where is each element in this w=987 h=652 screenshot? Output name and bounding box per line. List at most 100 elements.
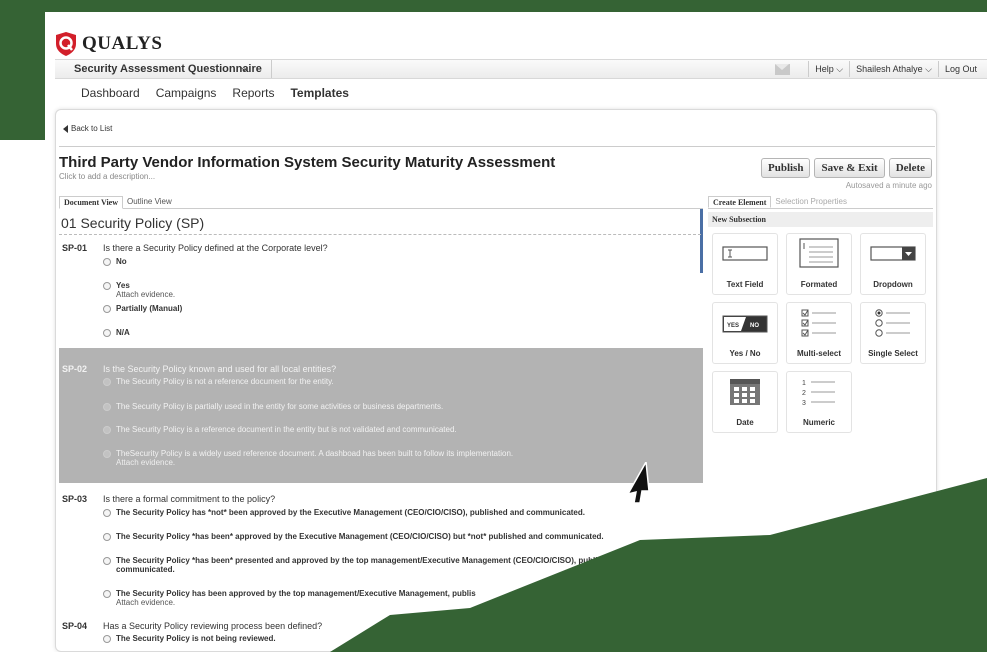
element-text-field[interactable]: Text Field [712,233,778,295]
answer-option[interactable]: Yes Attach evidence. [103,281,175,299]
answer-option[interactable]: The Security Policy has *not* been appro… [103,508,585,517]
option-label: No [116,257,127,266]
question-id: SP-03 [62,494,88,504]
question-text: Is there a formal commitment to the poli… [103,494,276,504]
nav-campaigns[interactable]: Campaigns [156,86,217,100]
palette-tabs: Create Element Selection Properties [708,196,933,209]
option-label: The Security Policy is a reference docum… [116,425,457,434]
autosave-status: Autosaved a minute ago [845,181,932,190]
shield-icon [56,32,76,56]
answer-option[interactable]: No [103,257,127,266]
page-title[interactable]: Third Party Vendor Information System Se… [59,154,555,171]
attach-evidence-note: Attach evidence. [116,598,176,607]
element-label: Date [736,418,754,427]
element-label: Dropdown [873,280,913,289]
radio-button[interactable] [103,533,111,541]
answer-option[interactable]: The Security Policy is partially used in… [103,402,443,411]
option-label: The Security Policy *has been* presented… [116,556,624,565]
logout-link[interactable]: Log Out [945,64,977,74]
tab-document-view[interactable]: Document View [59,196,123,209]
radio-button[interactable] [103,258,111,266]
element-single-select[interactable]: Single Select [860,302,926,364]
question-text: Has a Security Policy reviewing process … [103,621,323,631]
answer-option[interactable]: TheSecurity Policy is a widely used refe… [103,449,513,467]
answer-option[interactable]: The Security Policy *has been* approved … [103,532,604,541]
back-arrow-icon [63,124,68,133]
delete-button[interactable]: Delete [888,158,932,178]
question-sp-01[interactable]: SP-01 Is there a Security Policy defined… [59,243,703,363]
question-text: Is there a Security Policy defined at th… [103,243,328,253]
radio-list-icon [875,309,910,337]
radio-button[interactable] [103,450,111,458]
question-sp-02[interactable]: SP-02 Is the Security Policy known and u… [59,348,703,483]
answer-option[interactable]: Partially (Manual) [103,304,182,313]
dropdown-icon [870,246,916,261]
document-view: 01 Security Policy (SP) SP-01 Is there a… [59,209,703,651]
help-menu[interactable]: Help ⌵ [815,64,843,75]
user-menu[interactable]: Shailesh Athalye ⌵ [856,64,932,75]
formatted-text-icon [799,238,839,268]
app-name: Security Assessment Questionnaire [74,63,262,75]
radio-button[interactable] [103,426,111,434]
mail-icon[interactable] [775,63,791,75]
calendar-icon [730,379,760,405]
element-date[interactable]: Date [712,371,778,433]
main-nav: Dashboard Campaigns Reports Templates [81,86,349,100]
tab-outline-view[interactable]: Outline View [123,196,176,209]
divider [937,61,939,77]
radio-button[interactable] [103,378,111,386]
help-label: Help [815,63,834,74]
element-multi-select[interactable]: Multi-select [786,302,852,364]
nav-dashboard[interactable]: Dashboard [81,86,140,100]
radio-button[interactable] [103,635,111,643]
answer-option[interactable]: The Security Policy is not a reference d… [103,377,334,386]
element-dropdown[interactable]: Dropdown [860,233,926,295]
answer-option[interactable]: The Security Policy is not being reviewe… [103,634,276,643]
save-exit-button[interactable]: Save & Exit [814,158,885,178]
section-title[interactable]: 01 Security Policy (SP) [61,215,204,231]
editor-panel: Back to List Third Party Vendor Informat… [55,109,937,652]
publish-button[interactable]: Publish [760,158,811,178]
element-yes-no[interactable]: YES NO Yes / No [712,302,778,364]
description-placeholder[interactable]: Click to add a description... [59,172,155,181]
app-switcher[interactable]: Security Assessment Questionnaire ⌵ [55,60,272,78]
radio-button[interactable] [103,305,111,313]
tab-selection-properties[interactable]: Selection Properties [771,196,851,208]
tab-create-element[interactable]: Create Element [708,196,772,208]
text-field-icon [722,246,768,261]
radio-button[interactable] [103,329,111,337]
yes-no-toggle-icon: YES NO [722,315,768,333]
element-label: Multi-select [796,349,841,358]
brand-name: QUALYS [82,33,163,54]
divider [808,61,810,77]
answer-option[interactable]: The Security Policy has been approved by… [103,589,476,607]
nav-templates[interactable]: Templates [290,86,348,100]
question-sp-04[interactable]: SP-04 Has a Security Policy reviewing pr… [59,621,703,651]
option-label: The Security Policy is not being reviewe… [116,634,276,643]
divider [59,146,935,147]
element-numeric[interactable]: 1 2 3 Numeric [786,371,852,433]
radio-button[interactable] [103,557,111,565]
top-bar: Security Assessment Questionnaire ⌵ Help… [55,59,987,79]
answer-option[interactable]: The Security Policy is a reference docum… [103,425,457,434]
question-id: SP-04 [62,621,88,631]
attach-evidence-note: Attach evidence. [116,458,176,467]
radio-button[interactable] [103,403,111,411]
nav-reports[interactable]: Reports [232,86,274,100]
question-sp-03[interactable]: SP-03 Is there a formal commitment to th… [59,494,703,624]
radio-button[interactable] [103,590,111,598]
mouse-pointer-icon [626,462,650,504]
element-label: Yes / No [729,349,761,358]
radio-button[interactable] [103,509,111,517]
element-formated[interactable]: Formated [786,233,852,295]
view-tabs: Document View Outline View [59,196,703,209]
answer-option[interactable]: The Security Policy *has been* presented… [103,556,623,574]
radio-button[interactable] [103,282,111,290]
yes-text: YES [727,323,739,329]
new-subsection-button[interactable]: New Subsection [708,212,933,227]
divider [849,61,851,77]
answer-option[interactable]: N/A [103,328,130,337]
element-palette: Create Element Selection Properties New … [708,196,933,651]
back-to-list-link[interactable]: Back to List [63,124,112,133]
attach-evidence-note: Attach evidence. [116,290,176,299]
